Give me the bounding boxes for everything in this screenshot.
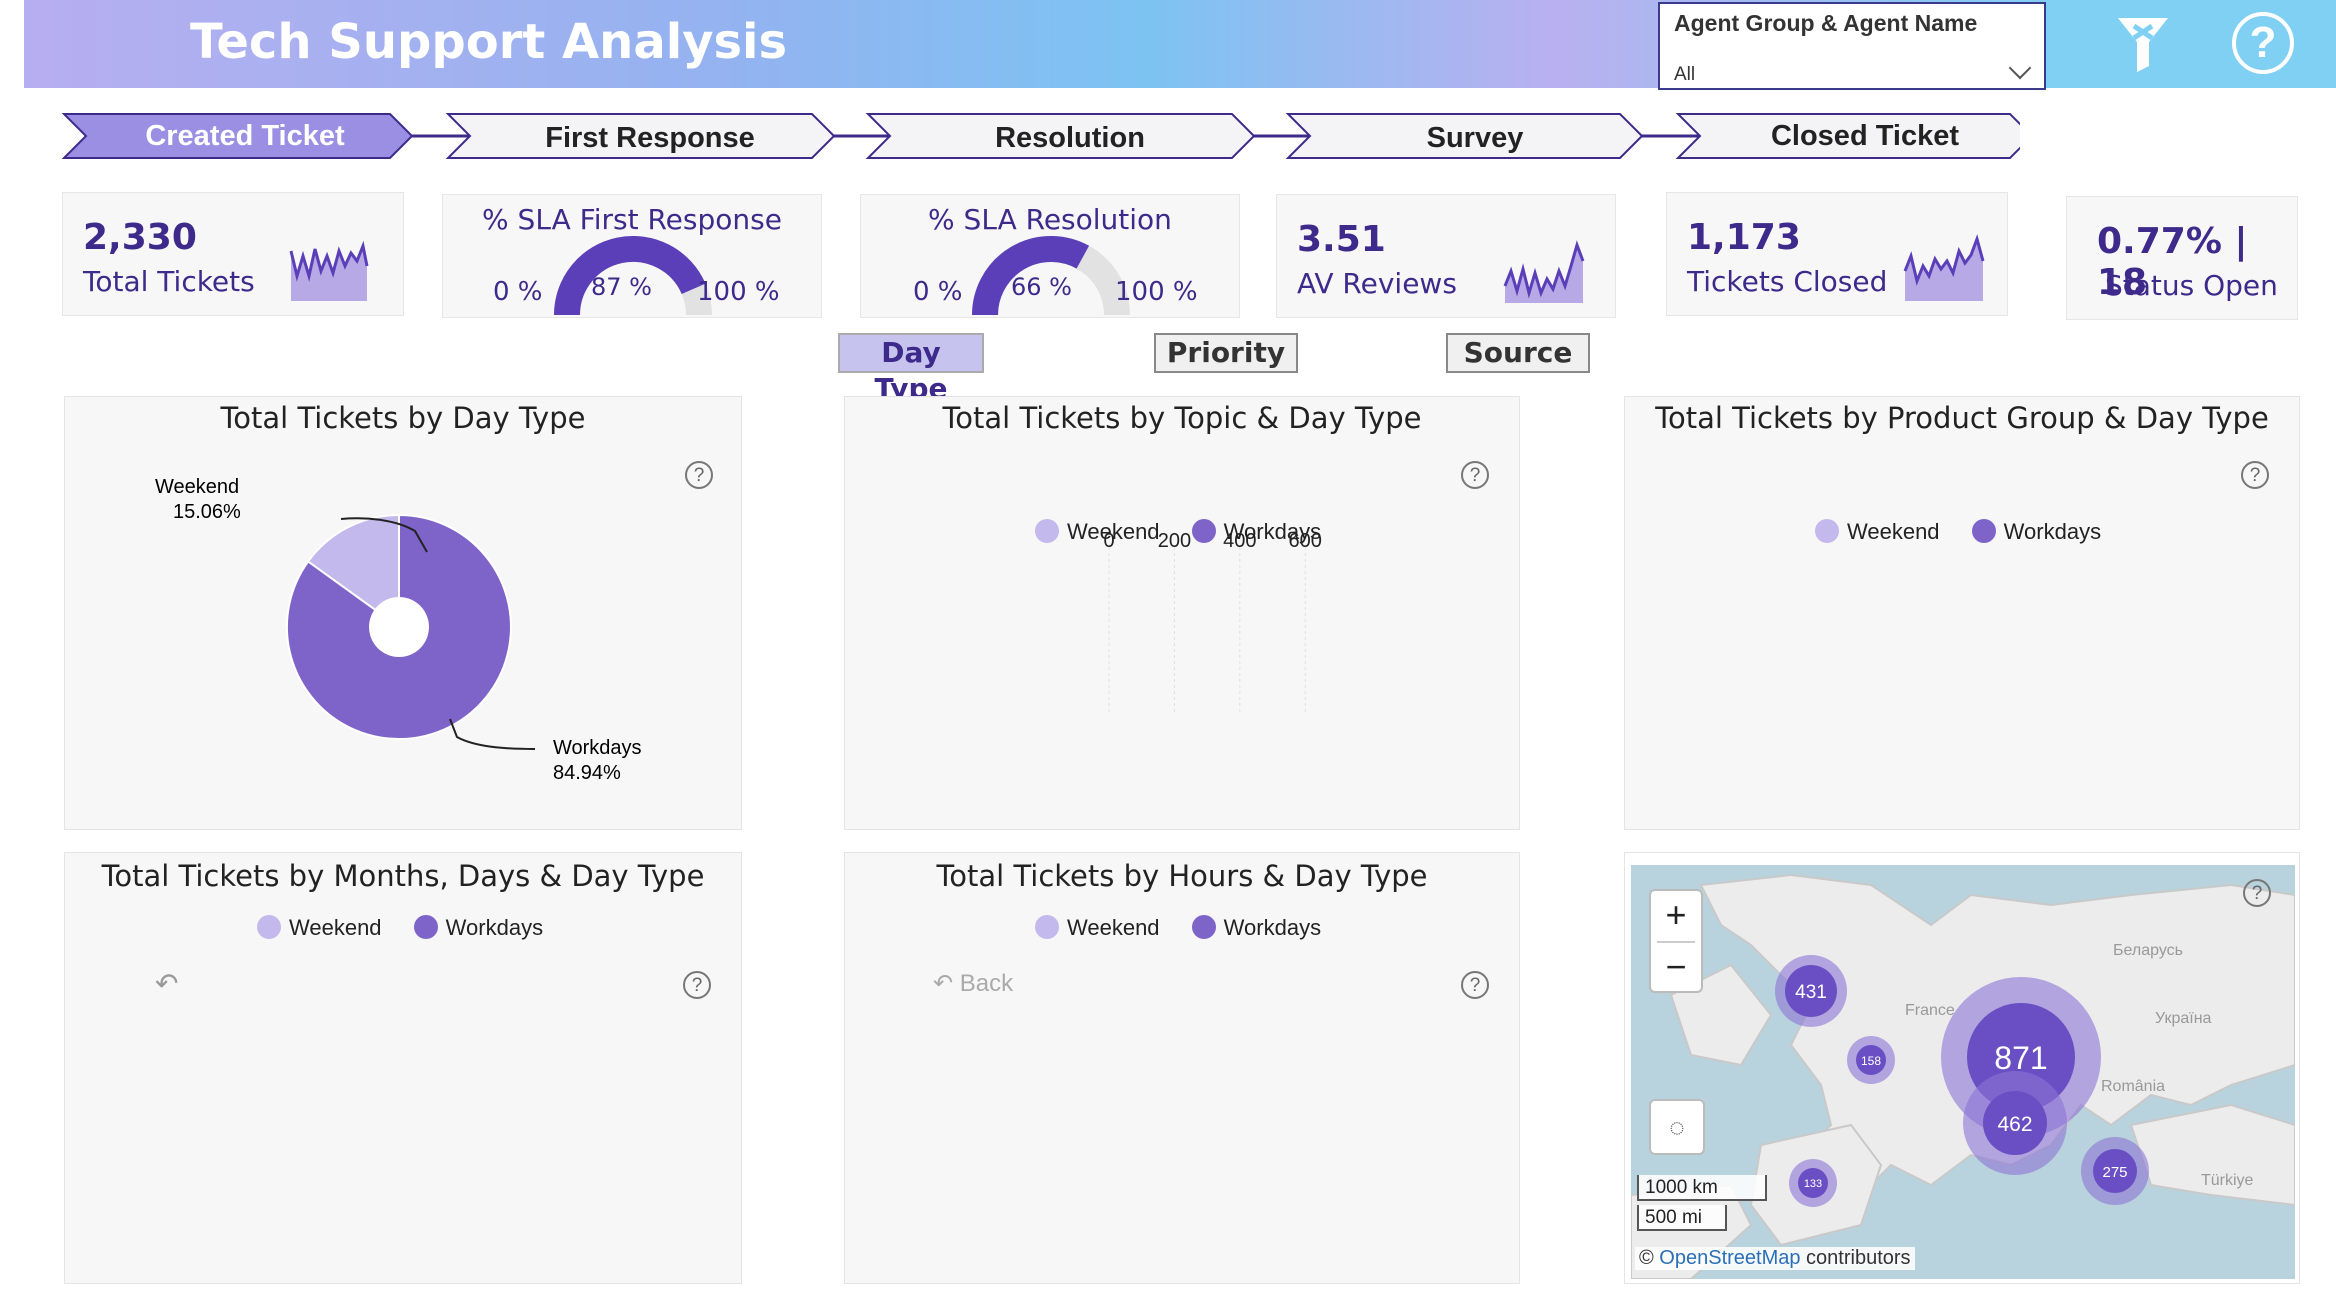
donut-label-weekend-name: Weekend xyxy=(155,476,239,498)
zoom-out-button[interactable]: − xyxy=(1651,943,1701,993)
total-tickets-label: Total Tickets xyxy=(83,265,255,298)
topic-xtick: 200 xyxy=(1158,530,1191,552)
hours-bar-chart xyxy=(845,853,1521,1285)
map-label-turkiye: Türkiye xyxy=(2201,1172,2254,1189)
gauge1-min: 0 % xyxy=(493,277,543,307)
panel-day-type: Total Tickets by Day Type ? Weekend 15.0… xyxy=(64,396,742,830)
attribution-rest: contributors xyxy=(1800,1247,1911,1269)
total-tickets-value: 2,330 xyxy=(83,217,197,258)
panel-topic: Total Tickets by Topic & Day Type ? Week… xyxy=(844,396,1520,830)
gauge2-max: 100 % xyxy=(1115,277,1198,307)
topic-xtick: 0 xyxy=(1103,530,1114,552)
step-closed-ticket[interactable]: Closed Ticket xyxy=(1710,120,2020,153)
toggle-priority[interactable]: Priority xyxy=(1154,333,1298,373)
gauge1-value: 87 % xyxy=(591,273,652,301)
av-reviews-label: AV Reviews xyxy=(1297,267,1457,300)
gauge1-max: 100 % xyxy=(697,277,780,307)
kpi-av-reviews: 3.51 AV Reviews xyxy=(1276,194,1616,318)
donut-label-workdays-name: Workdays xyxy=(553,737,642,759)
topic-xtick: 600 xyxy=(1289,530,1322,552)
lasso-select-icon[interactable]: ◌ xyxy=(1649,1099,1705,1155)
kpi-sla-resolution: % SLA Resolution 0 % 66 % 100 % xyxy=(860,194,1240,318)
help-icon[interactable]: ? xyxy=(2243,879,2271,907)
osm-link[interactable]: OpenStreetMap xyxy=(1659,1247,1800,1269)
process-steps: Created Ticket First Response Resolution… xyxy=(60,110,2034,162)
panel-months: Total Tickets by Months, Days & Day Type… xyxy=(64,852,742,1284)
zoom-in-button[interactable]: + xyxy=(1651,891,1701,941)
step-resolution[interactable]: Resolution xyxy=(900,122,1240,155)
map-attribution: © OpenStreetMap contributors xyxy=(1635,1247,1915,1270)
svg-text:158: 158 xyxy=(1861,1054,1881,1068)
topic-bar-chart: 0 200 400 600 xyxy=(1103,530,1322,715)
kpi-status-open: 0.77% | 18 Status Open xyxy=(2066,196,2298,320)
slicer-value[interactable]: All xyxy=(1674,64,1695,86)
map-zoom-control: + − xyxy=(1649,889,1703,993)
slicer-label: Agent Group & Agent Name xyxy=(1674,10,1978,36)
status-open-label: Status Open xyxy=(2105,269,2278,302)
sla-resolution-title: % SLA Resolution xyxy=(928,203,1172,236)
kpi-sla-first-response: % SLA First Response 0 % 87 % 100 % xyxy=(442,194,822,318)
toggle-day-type[interactable]: Day Type xyxy=(838,333,984,405)
panel-product: Total Tickets by Product Group & Day Typ… xyxy=(1624,396,2300,830)
toggle-source[interactable]: Source xyxy=(1446,333,1590,373)
gauge2-value: 66 % xyxy=(1011,273,1072,301)
panel-hours: Total Tickets by Hours & Day Type Weeken… xyxy=(844,852,1520,1284)
sparkline-total xyxy=(289,240,369,301)
donut-chart: Weekend 15.06% Workdays 84.94% xyxy=(155,476,642,784)
svg-text:871: 871 xyxy=(1994,1040,2047,1076)
tickets-closed-value: 1,173 xyxy=(1687,217,1801,258)
map-scale-mi: 500 mi xyxy=(1637,1205,1727,1231)
product-bar-chart: 02505007501K xyxy=(1625,397,2301,831)
map-label-ukraine: Україна xyxy=(2155,1010,2212,1027)
map-cluster-158[interactable]: 158 xyxy=(1847,1036,1895,1084)
help-icon[interactable]: ? xyxy=(2232,12,2294,74)
donut-label-workdays-pct: 84.94% xyxy=(553,762,621,784)
panel-map: Беларусь Україна România Türkiye France … xyxy=(1624,852,2300,1284)
svg-text:431: 431 xyxy=(1795,982,1827,1003)
tickets-closed-label: Tickets Closed xyxy=(1687,265,1888,298)
map-label-belarus: Беларусь xyxy=(2113,942,2183,959)
step-first-response[interactable]: First Response xyxy=(480,122,820,155)
step-created-ticket[interactable]: Created Ticket xyxy=(100,120,390,153)
agent-slicer[interactable]: Agent Group & Agent Name All xyxy=(1658,2,2046,90)
sla-first-response-title: % SLA First Response xyxy=(482,203,782,236)
donut-label-weekend-pct: 15.06% xyxy=(173,501,241,523)
kpi-total-tickets: 2,330 Total Tickets xyxy=(62,192,404,316)
filter-clear-icon[interactable] xyxy=(2116,14,2170,74)
gauge2-min: 0 % xyxy=(913,277,963,307)
map-scale-km: 1000 km xyxy=(1637,1175,1767,1201)
kpi-tickets-closed: 1,173 Tickets Closed xyxy=(1666,192,2008,316)
sparkline-reviews xyxy=(1503,240,1585,303)
chevron-down-icon[interactable] xyxy=(2008,56,2032,80)
map-cluster-431[interactable]: 431 xyxy=(1775,955,1847,1027)
sparkline-closed xyxy=(1903,234,1985,301)
months-bar-chart xyxy=(65,853,743,1285)
step-survey[interactable]: Survey xyxy=(1320,122,1630,155)
svg-text:462: 462 xyxy=(1997,1113,2032,1136)
map-label-romania: România xyxy=(2101,1078,2165,1095)
map-cluster-275[interactable]: 275 xyxy=(2081,1137,2149,1205)
topic-xtick: 400 xyxy=(1223,530,1256,552)
av-reviews-value: 3.51 xyxy=(1297,219,1386,260)
map-cluster-462[interactable]: 462 xyxy=(1963,1071,2067,1175)
svg-text:133: 133 xyxy=(1804,1178,1822,1190)
map-cluster-133[interactable]: 133 xyxy=(1789,1159,1837,1207)
map-canvas[interactable]: Беларусь Україна România Türkiye France … xyxy=(1631,865,2295,1279)
map-label-france: France xyxy=(1905,1002,1955,1019)
app-title: Tech Support Analysis xyxy=(190,14,788,70)
svg-text:275: 275 xyxy=(2102,1164,2127,1181)
